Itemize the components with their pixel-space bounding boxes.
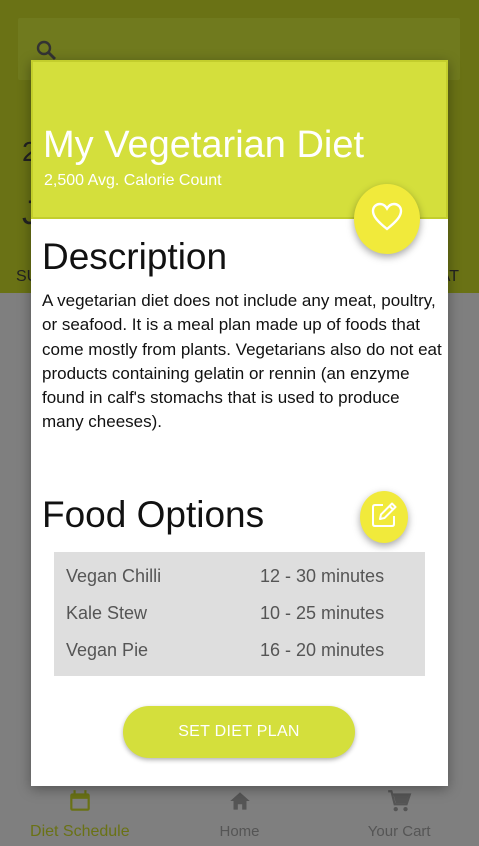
food-name: Kale Stew: [66, 603, 148, 623]
favorite-button[interactable]: [354, 184, 420, 254]
nav-diet-schedule[interactable]: Diet Schedule: [0, 776, 160, 846]
edit-food-button[interactable]: [360, 491, 408, 543]
calorie-count: 2,500 Avg. Calorie Count: [44, 172, 222, 189]
cart-icon: [386, 788, 412, 819]
food-name: Vegan Chilli: [66, 566, 162, 586]
description-heading: Description: [42, 236, 228, 277]
food-row[interactable]: Vegan Pie 16 - 20 minutes: [54, 632, 425, 669]
nav-home-label: Home: [219, 823, 260, 840]
search-icon: [34, 38, 58, 62]
food-time: 10 - 25 minutes: [260, 603, 385, 623]
edit-icon: [369, 500, 399, 535]
calendar-icon: [67, 788, 93, 819]
food-time: 12 - 30 minutes: [260, 566, 385, 586]
nav-diet-schedule-label: Diet Schedule: [30, 823, 130, 840]
food-options-heading: Food Options: [42, 494, 265, 535]
set-diet-plan-button[interactable]: SET DIET PLAN: [123, 706, 355, 758]
diet-title: My Vegetarian Diet: [43, 124, 365, 166]
nav-your-cart[interactable]: Your Cart: [319, 776, 479, 846]
nav-your-cart-label: Your Cart: [367, 823, 431, 840]
food-row[interactable]: Kale Stew 10 - 25 minutes: [54, 595, 425, 632]
home-icon: [227, 788, 253, 819]
food-name: Vegan Pie: [66, 640, 149, 660]
food-options-list: Vegan Chilli 12 - 30 minutes Kale Stew 1…: [54, 552, 425, 676]
description-text: A vegetarian diet does not include any m…: [42, 291, 442, 432]
heart-icon: [371, 202, 403, 237]
bottom-navigation: Diet Schedule Home Your Cart: [0, 776, 479, 846]
diet-detail-dialog: My Vegetarian Diet 2,500 Avg. Calorie Co…: [31, 60, 448, 786]
food-time: 16 - 20 minutes: [260, 640, 385, 660]
nav-home[interactable]: Home: [160, 776, 320, 846]
food-row[interactable]: Vegan Chilli 12 - 30 minutes: [54, 558, 425, 595]
